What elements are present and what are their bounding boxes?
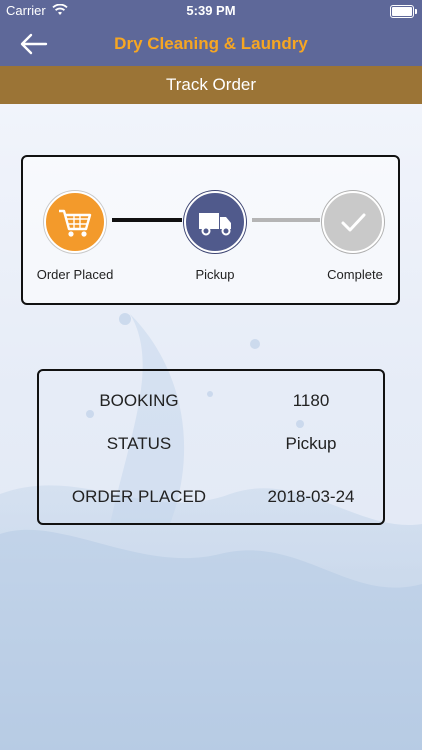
step-order-placed: [44, 191, 106, 253]
order-details-card: BOOKING 1180 STATUS Pickup ORDER PLACED …: [37, 369, 385, 525]
booking-label: BOOKING: [99, 391, 179, 410]
step-complete: [322, 191, 384, 253]
step-label-complete: Complete: [327, 267, 383, 282]
navigation-bar: Dry Cleaning & Laundry: [0, 22, 422, 66]
order-placed-label: ORDER PLACED: [71, 487, 207, 506]
page-title: Dry Cleaning & Laundry: [114, 34, 308, 53]
section-header: Track Order: [0, 66, 422, 104]
status-value: Pickup: [285, 434, 337, 453]
status-label: STATUS: [106, 434, 172, 453]
booking-value: 1180: [292, 391, 330, 410]
order-progress-card: Order Placed Pickup Complete: [21, 155, 400, 305]
check-icon: [341, 213, 366, 232]
progress-connector-pending: [252, 218, 320, 222]
step-label-order-placed: Order Placed: [36, 267, 114, 282]
status-bar: Carrier 5:39 PM: [0, 0, 422, 22]
step-pickup: [184, 191, 246, 253]
cart-icon: [59, 209, 92, 237]
progress-connector-complete: [112, 218, 182, 222]
order-placed-value: 2018-03-24: [267, 487, 355, 506]
truck-icon: [199, 213, 231, 236]
clock: 5:39 PM: [186, 3, 236, 18]
step-label-pickup: Pickup: [195, 267, 235, 282]
battery-icon: [390, 5, 417, 18]
